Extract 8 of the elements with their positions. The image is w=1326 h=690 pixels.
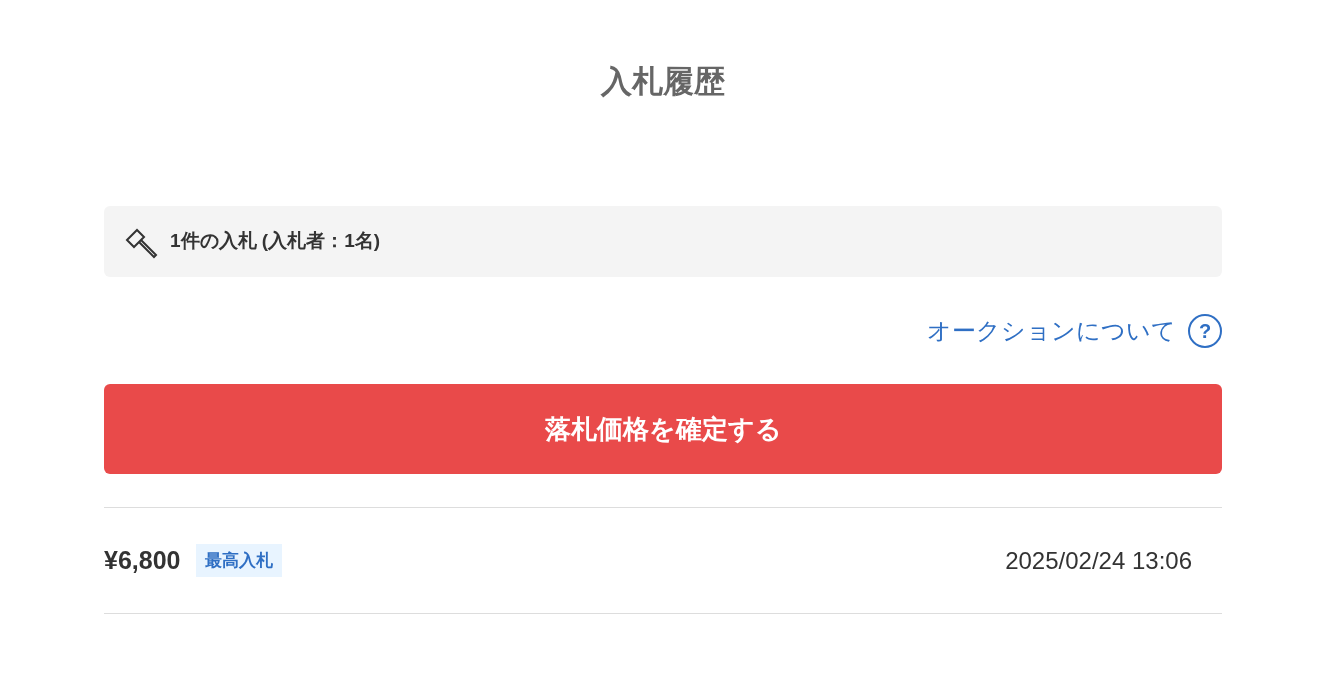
confirm-price-button[interactable]: 落札価格を確定する	[104, 384, 1222, 474]
page-title: 入札履歴	[601, 63, 725, 101]
help-icon: ?	[1188, 314, 1222, 348]
bid-time: 2025/02/24 13:06	[1005, 545, 1192, 576]
bid-count-text: 1件の入札 (入札者：1名)	[170, 229, 381, 254]
bid-price: ¥6,800	[104, 544, 181, 576]
auction-info-link[interactable]: オークションについて ?	[927, 313, 1222, 349]
top-bid-tag: 最高入札	[196, 543, 283, 578]
